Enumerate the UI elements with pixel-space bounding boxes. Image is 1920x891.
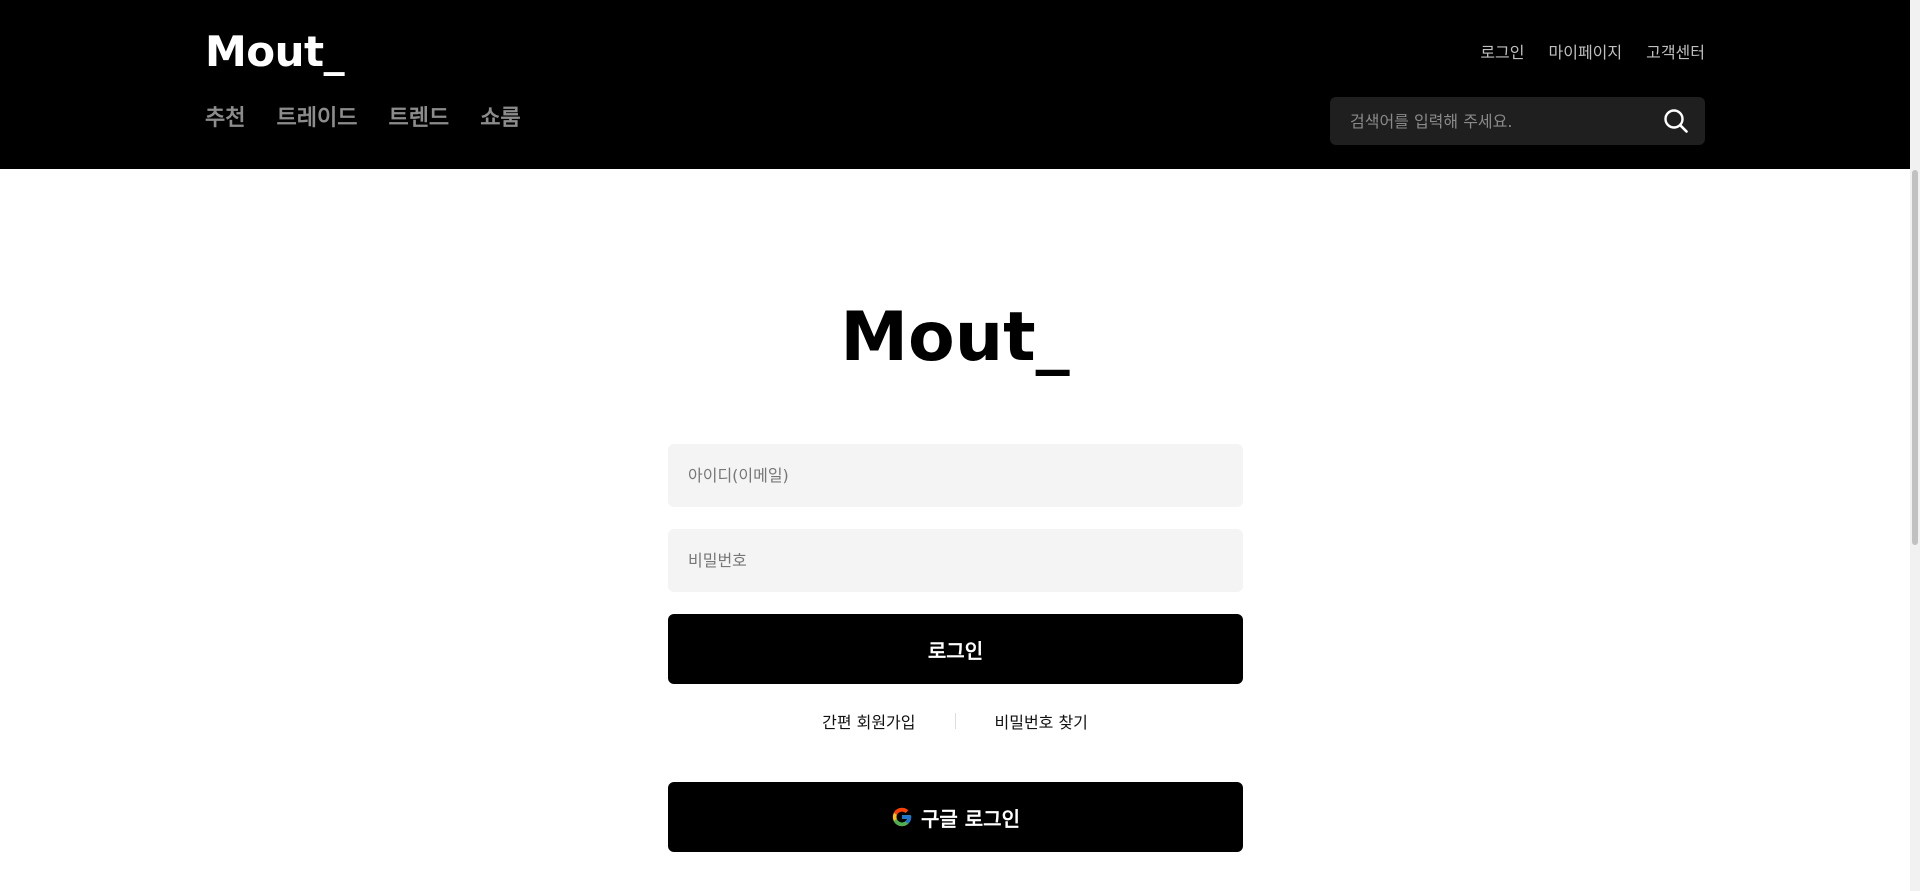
link-divider [954, 713, 956, 729]
login-logo: Mout_ [840, 298, 1070, 377]
nav-item-trade[interactable]: 트레이드 [276, 104, 357, 134]
util-link-login[interactable]: 로그인 [1480, 39, 1524, 63]
search-bar [1330, 97, 1705, 145]
util-link-support[interactable]: 고객센터 [1646, 39, 1705, 63]
nav-item-recommend[interactable]: 추천 [205, 104, 245, 134]
login-button-label: 로그인 [927, 638, 984, 663]
main-nav: 추천 트레이드 트렌드 쇼룸 [205, 104, 521, 134]
page-scrollbar[interactable] [1910, 0, 1920, 891]
google-login-button[interactable]: 구글 로그인 [668, 782, 1243, 852]
find-password-link[interactable]: 비밀번호 찾기 [995, 709, 1088, 733]
google-login-label: 구글 로그인 [921, 806, 1020, 831]
scrollbar-thumb[interactable] [1912, 170, 1918, 545]
nav-item-trend[interactable]: 트렌드 [388, 104, 449, 134]
google-icon [892, 807, 912, 827]
account-links: 간편 회원가입 비밀번호 찾기 [0, 709, 1910, 733]
search-icon[interactable] [1663, 108, 1689, 134]
password-field[interactable] [668, 529, 1243, 592]
header-logo[interactable]: Mout_ [205, 26, 345, 78]
util-link-mypage[interactable]: 마이페이지 [1549, 39, 1623, 63]
login-button[interactable]: 로그인 [668, 614, 1243, 684]
search-input[interactable] [1348, 97, 1648, 145]
signup-link[interactable]: 간편 회원가입 [822, 709, 915, 733]
email-field[interactable] [668, 444, 1243, 507]
utility-nav: 로그인 마이페이지 고객센터 [1480, 39, 1705, 63]
site-header: Mout_ 로그인 마이페이지 고객센터 추천 트레이드 트렌드 쇼룸 [0, 0, 1910, 169]
nav-item-showroom[interactable]: 쇼룸 [480, 104, 520, 134]
